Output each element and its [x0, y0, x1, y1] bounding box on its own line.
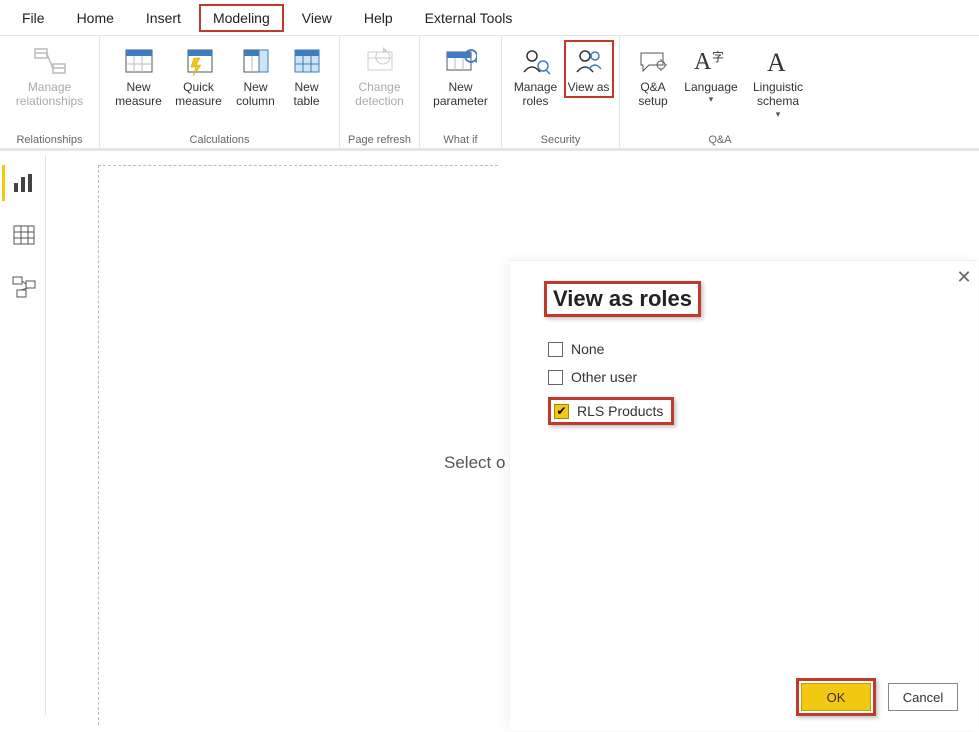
ribbon-group-security-label: Security	[541, 132, 581, 146]
language-icon: A 字	[694, 44, 728, 78]
ribbon-group-qa: Q&A setup A 字 Language ▾ A Linguistic sc…	[620, 36, 820, 148]
ribbon-group-relationships-label: Relationships	[16, 132, 82, 146]
manage-roles-button[interactable]: Manage roles	[508, 40, 564, 113]
view-as-label: View as	[568, 80, 610, 94]
checkbox-icon[interactable]	[548, 370, 563, 385]
svg-text:A: A	[767, 48, 786, 75]
ribbon-group-page-refresh-label: Page refresh	[348, 132, 411, 146]
role-none-label: None	[571, 341, 604, 357]
bar-chart-icon	[13, 173, 35, 193]
role-other-user-label: Other user	[571, 369, 637, 385]
ribbon-group-what-if-label: What if	[443, 132, 477, 146]
canvas-guide	[98, 165, 498, 725]
ribbon-group-relationships: Manage relationships Relationships	[0, 36, 100, 148]
role-list: None Other user ✔ RLS Products	[546, 335, 958, 431]
ribbon-group-qa-label: Q&A	[708, 132, 731, 146]
svg-text:字: 字	[712, 49, 724, 64]
ribbon-group-security: Manage roles View as Security	[502, 36, 620, 148]
dialog-actions: OK Cancel	[796, 678, 958, 716]
tab-modeling[interactable]: Modeling	[199, 4, 284, 32]
close-icon[interactable]: ✕	[954, 267, 974, 287]
change-detection-button[interactable]: Change detection	[344, 40, 416, 113]
new-measure-label: New measure	[111, 80, 167, 109]
tab-external-tools[interactable]: External Tools	[411, 4, 527, 32]
chevron-down-icon: ▾	[709, 94, 714, 105]
new-column-button[interactable]: New column	[229, 40, 283, 113]
canvas-placeholder-text: Select o	[444, 453, 505, 473]
manage-relationships-button[interactable]: Manage relationships	[4, 40, 96, 113]
new-column-icon	[239, 44, 273, 78]
checkbox-checked-icon[interactable]: ✔	[554, 404, 569, 419]
manage-roles-icon	[519, 44, 553, 78]
view-as-button[interactable]: View as	[564, 40, 614, 98]
new-column-label: New column	[231, 80, 281, 109]
tab-view[interactable]: View	[288, 4, 346, 32]
svg-text:A: A	[694, 49, 712, 75]
checkbox-icon[interactable]	[548, 342, 563, 357]
ok-button-highlight: OK	[796, 678, 876, 716]
quick-measure-label: Quick measure	[171, 80, 227, 109]
role-none[interactable]: None	[546, 335, 958, 363]
model-icon	[12, 276, 36, 298]
new-table-icon	[290, 44, 324, 78]
view-as-icon	[572, 44, 606, 78]
tab-insert[interactable]: Insert	[132, 4, 195, 32]
linguistic-schema-label: Linguistic schema	[746, 80, 810, 109]
manage-relationships-label: Manage relationships	[6, 80, 94, 109]
dialog-title-highlight: View as roles	[544, 281, 701, 317]
ribbon-group-calculations-label: Calculations	[190, 132, 250, 146]
tab-home[interactable]: Home	[63, 4, 128, 32]
new-parameter-label: New parameter	[426, 80, 496, 109]
qa-setup-button[interactable]: Q&A setup	[628, 40, 678, 113]
ribbon-group-calculations: New measure Quick measure New column	[100, 36, 340, 148]
role-rls-products-label: RLS Products	[577, 403, 663, 419]
tab-help[interactable]: Help	[350, 4, 407, 32]
chevron-down-icon: ▾	[776, 109, 781, 120]
view-as-roles-dialog: ✕ View as roles None Other user ✔ RLS Pr…	[510, 260, 978, 730]
relationships-icon	[33, 44, 67, 78]
quick-measure-button[interactable]: Quick measure	[169, 40, 229, 113]
dialog-title: View as roles	[547, 284, 698, 314]
manage-roles-label: Manage roles	[510, 80, 562, 109]
ribbon-group-page-refresh: Change detection Page refresh	[340, 36, 420, 148]
role-rls-products[interactable]: ✔ RLS Products	[546, 391, 958, 431]
measure-icon	[122, 44, 156, 78]
new-measure-button[interactable]: New measure	[109, 40, 169, 113]
quick-measure-icon	[182, 44, 216, 78]
role-other-user[interactable]: Other user	[546, 363, 958, 391]
nav-report-view[interactable]	[2, 165, 44, 201]
language-label: Language	[684, 80, 737, 94]
new-parameter-button[interactable]: New parameter	[424, 40, 498, 113]
linguistic-schema-button[interactable]: A Linguistic schema ▾	[744, 40, 812, 124]
nav-data-view[interactable]	[2, 217, 44, 253]
table-icon	[13, 225, 35, 245]
qa-setup-icon	[636, 44, 670, 78]
ribbon-group-what-if: New parameter What if	[420, 36, 502, 148]
left-nav	[0, 155, 46, 715]
language-button[interactable]: A 字 Language ▾	[678, 40, 744, 109]
parameter-icon	[444, 44, 478, 78]
ribbon: Manage relationships Relationships New m…	[0, 36, 979, 151]
change-detection-label: Change detection	[346, 80, 414, 109]
nav-model-view[interactable]	[2, 269, 44, 305]
tab-file[interactable]: File	[8, 4, 59, 32]
cancel-button[interactable]: Cancel	[888, 683, 958, 711]
change-detection-icon	[363, 44, 397, 78]
ribbon-tabstrip: File Home Insert Modeling View Help Exte…	[0, 0, 979, 36]
ok-button[interactable]: OK	[801, 683, 871, 711]
qa-setup-label: Q&A setup	[630, 80, 676, 109]
new-table-button[interactable]: New table	[283, 40, 331, 113]
new-table-label: New table	[285, 80, 329, 109]
linguistic-schema-icon: A	[761, 44, 795, 78]
